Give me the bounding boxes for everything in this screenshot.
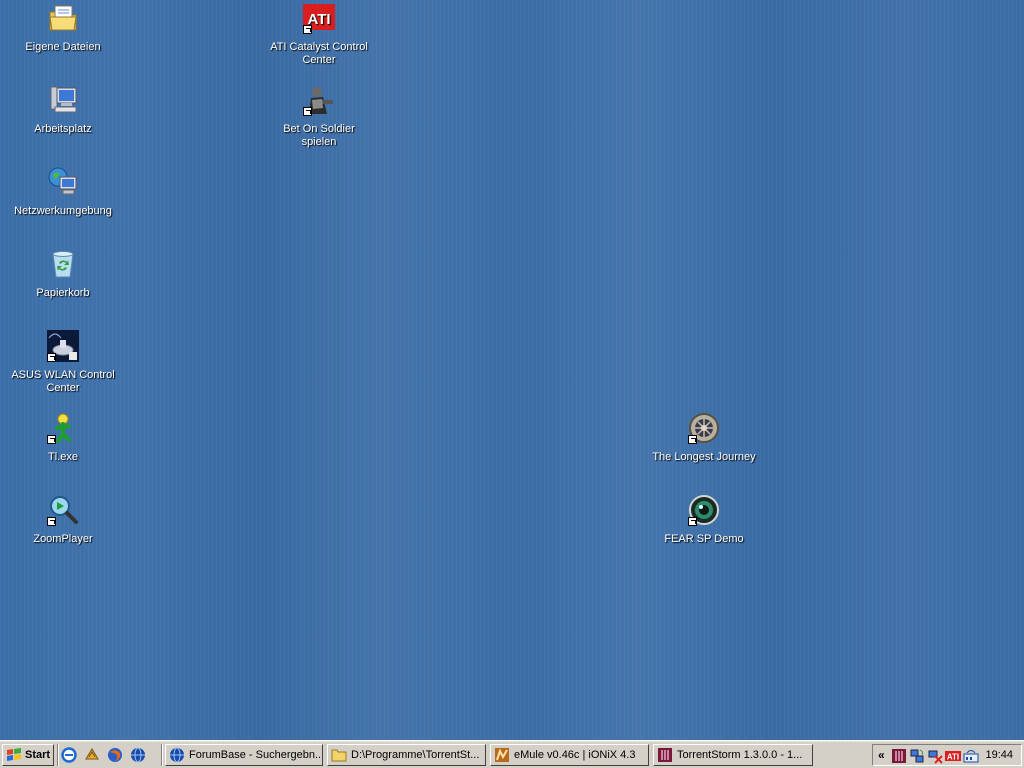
globe-icon [170, 747, 184, 763]
tl-exe-icon [47, 412, 79, 444]
torrentstorm-tray-icon[interactable] [891, 748, 907, 764]
task-button-forumbase[interactable]: ForumBase - Suchergebn... [165, 744, 323, 766]
desktop-icon-network-places[interactable]: Netzwerkumgebung [7, 166, 119, 218]
task-label: TorrentStorm 1.3.0.0 - 1... [677, 749, 803, 761]
winamp-icon[interactable] [84, 747, 100, 763]
clock[interactable]: 19:44 [985, 749, 1013, 761]
system-tray: « ATI 19:44 [872, 744, 1022, 766]
desktop-icon-my-documents[interactable]: Eigene Dateien [7, 2, 119, 54]
desktop-icon-label: Arbeitsplatz [34, 123, 92, 135]
fear-demo-icon [688, 494, 720, 526]
task-button-explorer-folder[interactable]: D:\Programme\TorrentSt... [327, 744, 486, 766]
desktop: Eigene Dateien Arbeitsplatz Netzwerkumge… [0, 0, 1024, 740]
torrentstorm-icon [658, 748, 672, 762]
internet-explorer-icon[interactable] [61, 747, 77, 763]
asus-wlan-icon [47, 330, 79, 362]
network-places-icon [47, 166, 79, 198]
network-disconnected-icon[interactable] [927, 748, 943, 764]
my-computer-icon [47, 84, 79, 116]
task-button-emule[interactable]: eMule v0.46c | iONiX 4.3 [490, 744, 649, 766]
desktop-icon-recycle-bin[interactable]: Papierkorb [7, 248, 119, 300]
desktop-icon-label: ZoomPlayer [33, 533, 93, 545]
shortcut-arrow-icon [688, 517, 697, 526]
taskbar: Start ForumBase - Suchergebn... D:\Progr… [0, 740, 1024, 768]
shortcut-arrow-icon [47, 517, 56, 526]
task-label: eMule v0.46c | iONiX 4.3 [514, 749, 636, 761]
taskbar-separator [161, 744, 163, 766]
folder-icon [331, 749, 347, 762]
desktop-icon-zoomplayer[interactable]: ZoomPlayer [7, 494, 119, 546]
longest-journey-icon [688, 412, 720, 444]
task-button-torrentstorm[interactable]: TorrentStorm 1.3.0.0 - 1... [653, 744, 813, 766]
my-documents-icon [47, 2, 79, 34]
desktop-icon-label: Bet On Soldier spielen [283, 123, 355, 148]
bet-on-soldier-icon [303, 84, 335, 116]
emule-icon [495, 748, 509, 762]
ati-catalyst-icon: ATI [303, 2, 335, 34]
recycle-bin-icon [47, 248, 79, 280]
shortcut-arrow-icon [47, 353, 56, 362]
desktop-icon-tl-exe[interactable]: Tl.exe [7, 412, 119, 464]
task-label: ForumBase - Suchergebn... [189, 749, 323, 761]
desktop-icon-label: Eigene Dateien [25, 41, 101, 53]
desktop-icon-longest-journey[interactable]: The Longest Journey [648, 412, 760, 464]
start-button[interactable]: Start [2, 744, 54, 766]
windows-logo-icon [7, 748, 21, 761]
tray-expand-button[interactable]: « [878, 748, 885, 762]
desktop-icon-fear-demo[interactable]: FEAR SP Demo [648, 494, 760, 546]
desktop-icon-my-computer[interactable]: Arbeitsplatz [7, 84, 119, 136]
desktop-icon-label: ASUS WLAN Control Center [11, 369, 115, 394]
desktop-icon-label: Papierkorb [36, 287, 90, 299]
ati-tray-icon[interactable]: ATI [945, 748, 961, 764]
network-tray-icon[interactable] [909, 748, 925, 764]
taskbar-separator [57, 744, 59, 766]
globe-icon[interactable] [130, 747, 146, 763]
desktop-icon-asus-wlan[interactable]: ASUS WLAN Control Center [7, 330, 119, 395]
svg-text:ATI: ATI [947, 753, 959, 762]
task-label: D:\Programme\TorrentSt... [351, 749, 480, 761]
desktop-icon-ati-catalyst[interactable]: ATI ATI Catalyst Control Center [263, 2, 375, 67]
desktop-icon-bet-on-soldier[interactable]: Bet On Soldier spielen [263, 84, 375, 149]
desktop-icon-label: The Longest Journey [652, 451, 756, 463]
shortcut-arrow-icon [303, 107, 312, 116]
start-label: Start [25, 749, 51, 761]
wlan-tray-icon[interactable] [963, 748, 979, 764]
shortcut-arrow-icon [47, 435, 56, 444]
desktop-icon-label: ATI Catalyst Control Center [270, 41, 368, 66]
firefox-icon[interactable] [107, 747, 123, 763]
shortcut-arrow-icon [303, 25, 312, 34]
zoomplayer-icon [47, 494, 79, 526]
desktop-icon-label: Tl.exe [48, 451, 78, 463]
desktop-icon-label: Netzwerkumgebung [14, 205, 112, 217]
shortcut-arrow-icon [688, 435, 697, 444]
desktop-icon-label: FEAR SP Demo [664, 533, 744, 545]
